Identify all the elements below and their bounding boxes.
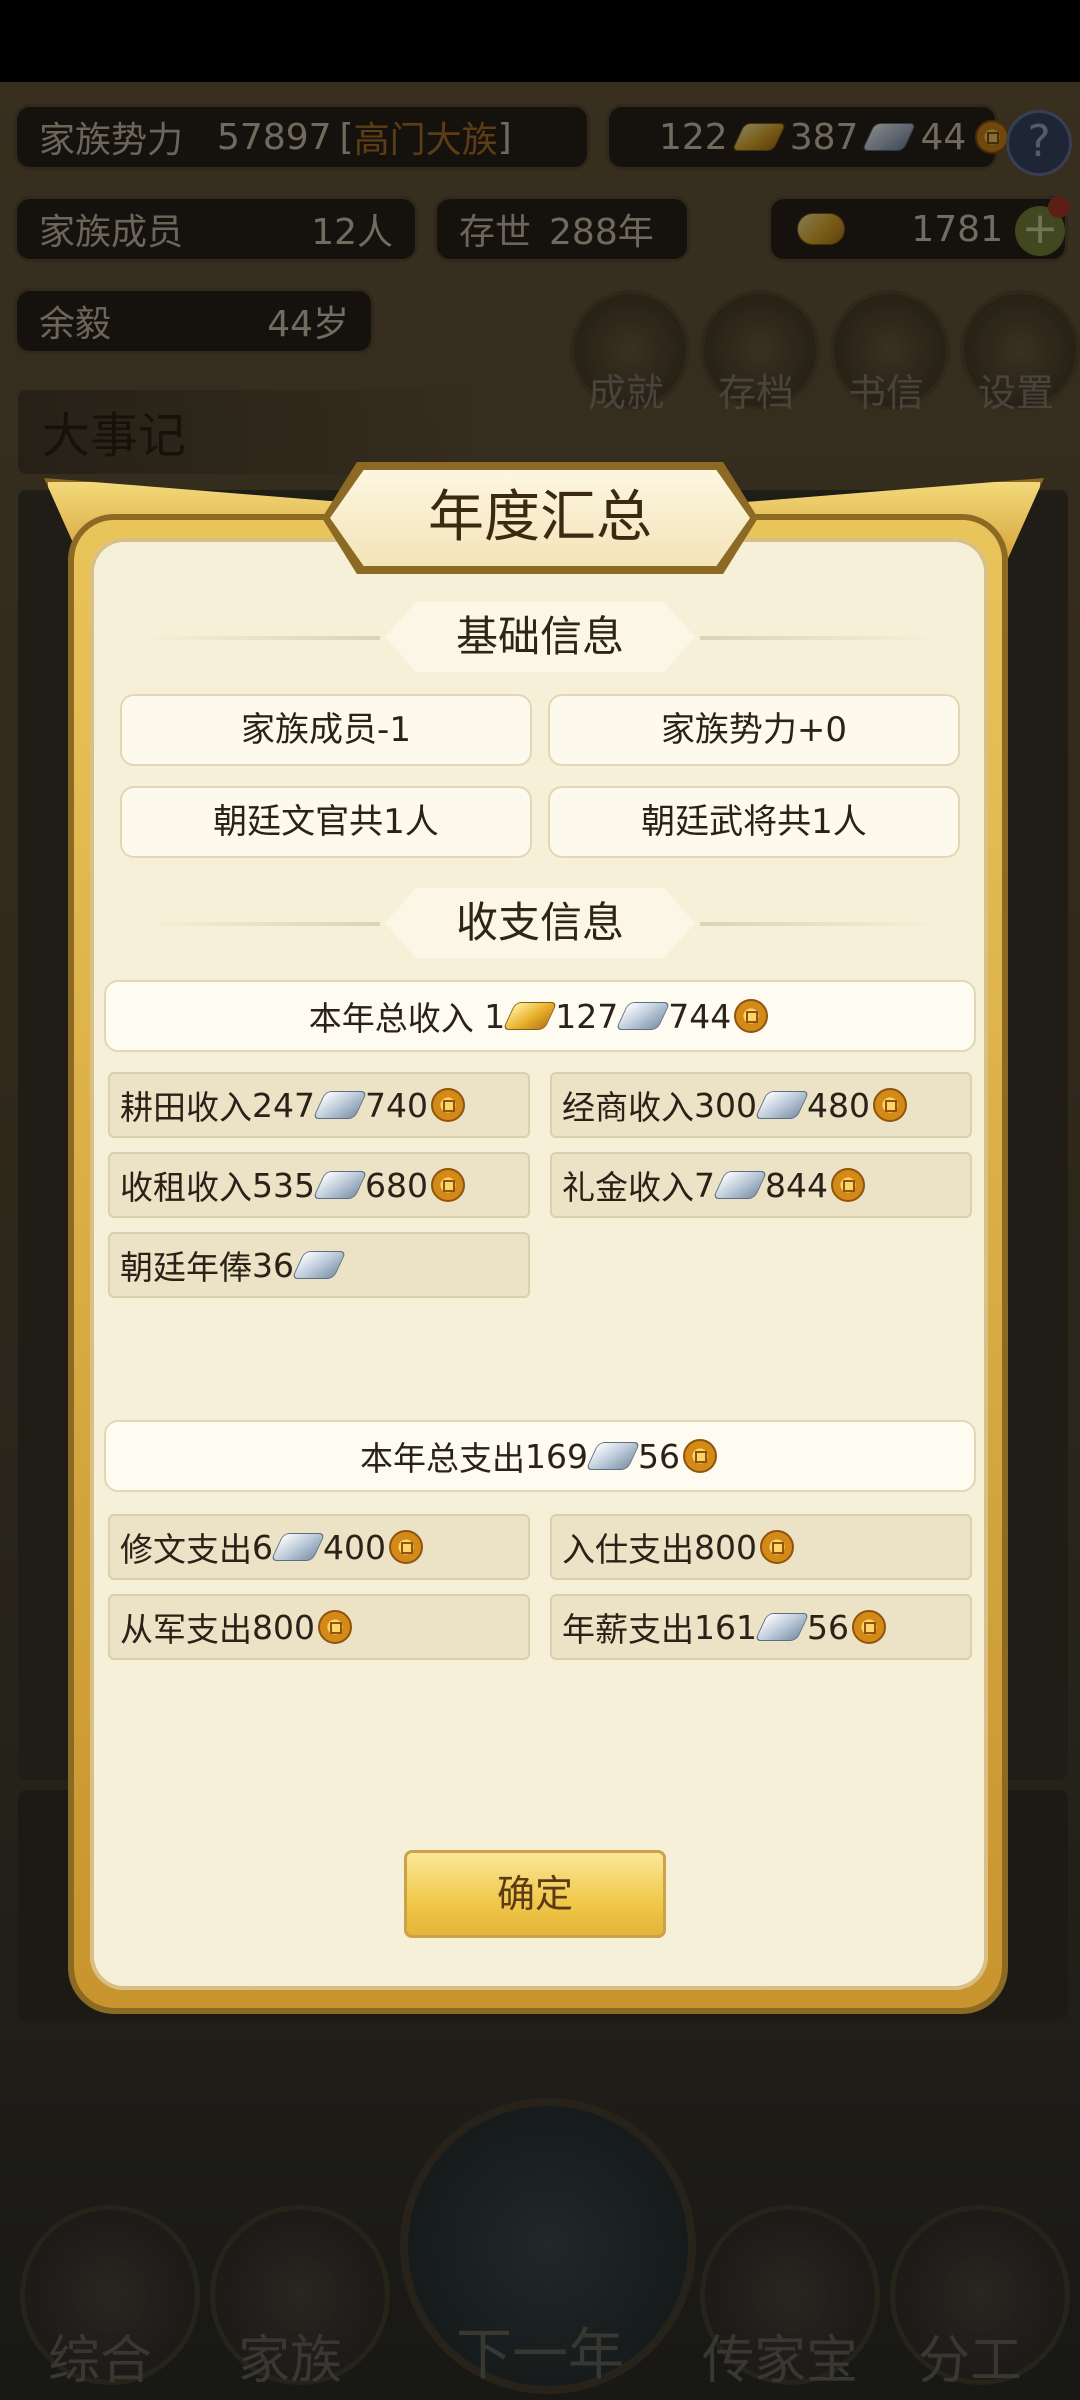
income-rent: 收租收入 535 680 [108, 1152, 530, 1218]
income-item-silver: 36 [252, 1245, 294, 1285]
silver-ingot-icon [291, 1251, 347, 1279]
expense-study: 修文支出 6 400 [108, 1514, 530, 1580]
income-item-coin: 480 [807, 1085, 870, 1125]
expense-item-label: 年薪支出 [562, 1610, 694, 1649]
info-military-generals: 朝廷武将共1人 [548, 786, 960, 858]
income-item-label: 收租收入 [120, 1168, 252, 1207]
expense-item-label: 修文支出 [120, 1530, 252, 1569]
expense-military: 从军支出 800 [108, 1594, 530, 1660]
income-gift: 礼金收入 7 844 [550, 1152, 972, 1218]
info-civil-officials: 朝廷文官共1人 [120, 786, 532, 858]
income-coin: 744 [668, 996, 732, 1036]
income-item-label: 礼金收入 [562, 1168, 694, 1207]
divider-right [700, 636, 940, 640]
copper-coin-icon [683, 1439, 717, 1473]
income-item-silver: 300 [694, 1085, 757, 1125]
confirm-button[interactable]: 确定 [404, 1850, 666, 1938]
income-item-silver: 7 [694, 1165, 715, 1205]
info-power-change: 家族势力+0 [548, 694, 960, 766]
divider-right [700, 922, 940, 926]
copper-coin-icon [431, 1168, 465, 1202]
silver-ingot-icon [754, 1091, 810, 1119]
dialog-title: 年度汇总 [428, 485, 652, 550]
basic-info-header: 基础信息 [140, 602, 940, 672]
app-root: 家族势力 57897 [ 高门大族 ] 122 387 44 ? 家族成员 12… [0, 0, 1080, 2400]
income-farming: 耕田收入 247 740 [108, 1072, 530, 1138]
silver-ingot-icon [312, 1091, 368, 1119]
copper-coin-icon [734, 999, 769, 1033]
copper-coin-icon [318, 1610, 352, 1644]
expense-item-label: 入仕支出 [562, 1530, 694, 1569]
info-member-change: 家族成员-1 [120, 694, 532, 766]
expense-item-silver: 161 [694, 1607, 757, 1647]
expense-item-coin: 800 [252, 1607, 315, 1647]
income-item-label: 朝廷年俸 [120, 1248, 252, 1287]
divider-left [140, 636, 380, 640]
income-silver: 127 [555, 996, 619, 1036]
income-salary: 朝廷年俸 36 [108, 1232, 530, 1298]
income-gold: 1 [484, 996, 506, 1036]
expense-item-coin: 400 [323, 1527, 386, 1567]
income-item-coin: 680 [365, 1165, 428, 1205]
silver-ingot-icon [312, 1171, 368, 1199]
expense-total-bar: 本年总支出 169 56 [104, 1420, 976, 1492]
finance-info-header: 收支信息 [140, 888, 940, 958]
income-item-label: 经商收入 [562, 1088, 694, 1127]
status-bar [0, 0, 1080, 82]
silver-ingot-icon [712, 1171, 768, 1199]
expense-item-label: 从军支出 [120, 1610, 252, 1649]
finance-info-title: 收支信息 [455, 898, 624, 947]
silver-ingot-icon [754, 1613, 810, 1641]
silver-ingot-icon [615, 1002, 671, 1030]
expense-silver: 169 [525, 1436, 588, 1476]
divider-left [140, 922, 380, 926]
silver-ingot-icon [270, 1533, 326, 1561]
silver-ingot-icon [585, 1442, 641, 1470]
expense-coin: 56 [638, 1436, 680, 1476]
income-item-silver: 535 [252, 1165, 315, 1205]
expense-item-coin: 800 [694, 1527, 757, 1567]
expense-item-silver: 6 [252, 1527, 273, 1567]
income-item-label: 耕田收入 [120, 1088, 252, 1127]
copper-coin-icon [431, 1088, 465, 1122]
expense-item-coin: 56 [807, 1607, 849, 1647]
income-item-coin: 740 [365, 1085, 428, 1125]
copper-coin-icon [873, 1088, 907, 1122]
copper-coin-icon [831, 1168, 865, 1202]
copper-coin-icon [760, 1530, 794, 1564]
expense-total-prefix: 本年总支出 [360, 1439, 525, 1478]
expense-wages: 年薪支出 161 56 [550, 1594, 972, 1660]
income-item-silver: 247 [252, 1085, 315, 1125]
income-total-bar: 本年总收入 1 127 744 [104, 980, 976, 1052]
basic-info-title: 基础信息 [455, 612, 624, 661]
income-item-coin: 844 [765, 1165, 828, 1205]
income-trade: 经商收入 300 480 [550, 1072, 972, 1138]
copper-coin-icon [389, 1530, 423, 1564]
copper-coin-icon [852, 1610, 886, 1644]
expense-office: 入仕支出 800 [550, 1514, 972, 1580]
income-total-prefix: 本年总收入 [308, 999, 485, 1038]
gold-ingot-icon [502, 1002, 558, 1030]
